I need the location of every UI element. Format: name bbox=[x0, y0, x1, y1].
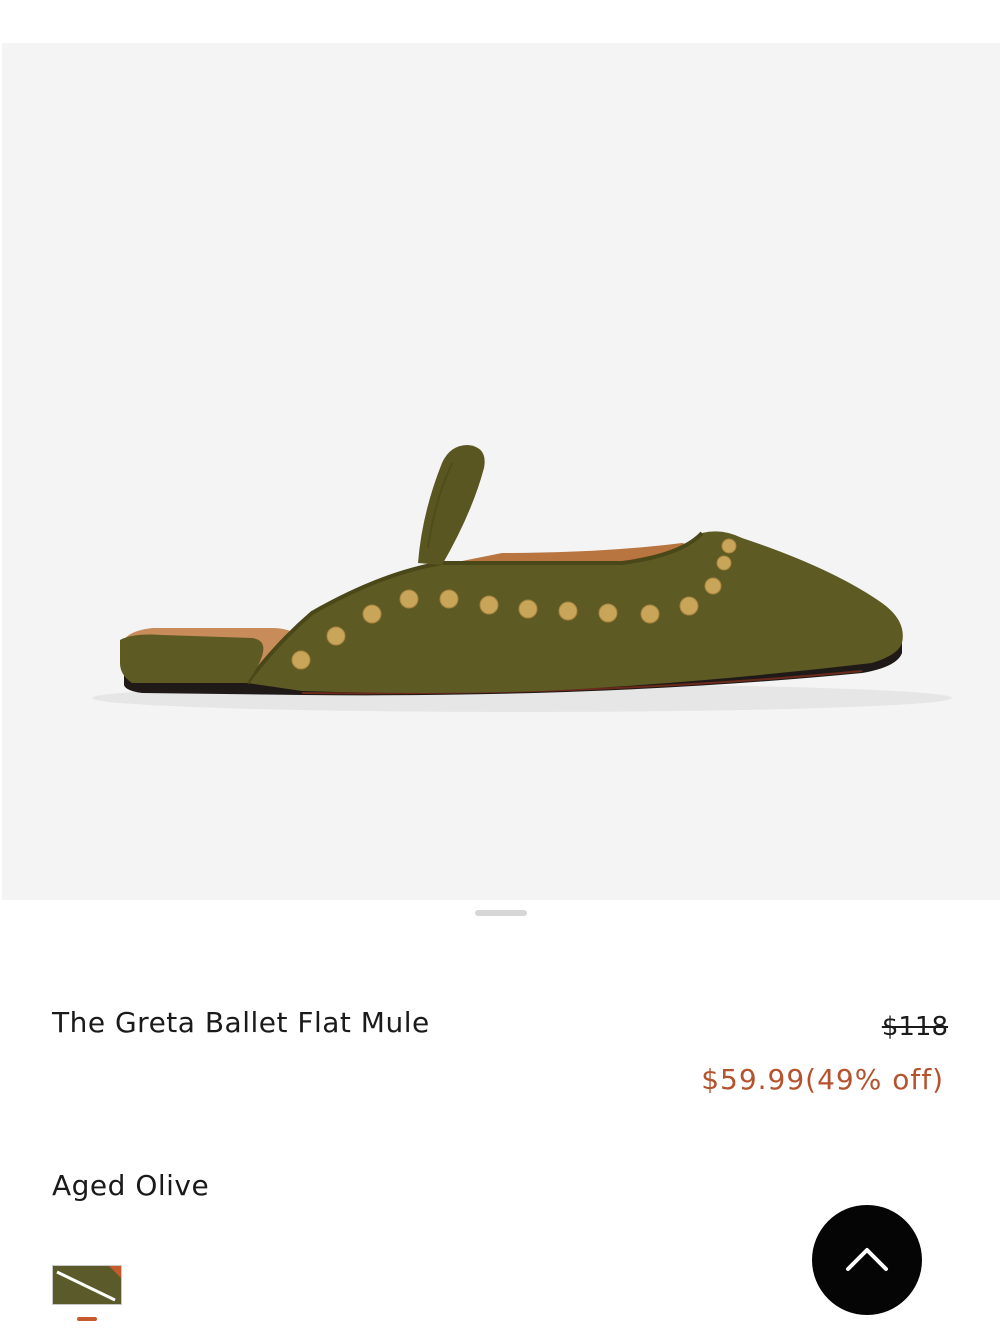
swatch-corner-mark bbox=[109, 1266, 121, 1278]
original-price: $118 bbox=[881, 1012, 948, 1042]
product-image bbox=[92, 445, 952, 712]
back-to-top-button[interactable] bbox=[812, 1205, 922, 1315]
brand-logo-mark bbox=[0, 0, 1000, 10]
chevron-up-icon bbox=[846, 1248, 888, 1271]
sale-price: $59.99(49% off) bbox=[701, 1063, 944, 1096]
selected-swatch-indicator bbox=[77, 1317, 97, 1321]
gallery-pager-indicator[interactable] bbox=[475, 910, 527, 916]
selected-color-name: Aged Olive bbox=[52, 1169, 210, 1202]
brand-logo[interactable] bbox=[0, 0, 1000, 10]
color-swatch-aged-olive[interactable] bbox=[52, 1265, 122, 1305]
product-image-gallery[interactable] bbox=[2, 43, 1000, 900]
product-title: The Greta Ballet Flat Mule bbox=[52, 1006, 430, 1039]
